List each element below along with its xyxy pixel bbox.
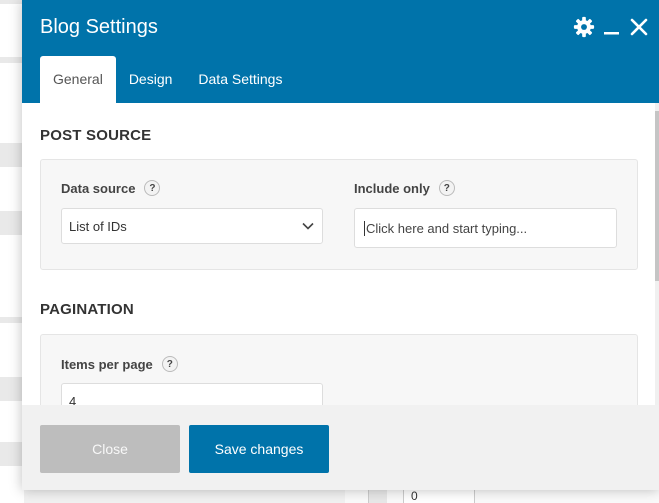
items-per-page-value: 4 [69, 393, 77, 406]
modal-title: Blog Settings [40, 16, 158, 38]
help-icon[interactable]: ? [161, 356, 178, 372]
items-per-page-input[interactable]: 4 [61, 383, 323, 405]
tab-design[interactable]: Design [116, 56, 186, 103]
minimize-icon[interactable] [598, 14, 624, 40]
items-per-page-label-text: Items per page [61, 356, 153, 372]
pagination-title: PAGINATION [40, 301, 134, 318]
close-button[interactable]: Close [40, 425, 180, 473]
include-only-input[interactable]: Click here and start typing... [354, 208, 617, 248]
background-stripe [0, 317, 24, 323]
text-caret [364, 220, 365, 236]
items-per-page-label: Items per page ? [61, 356, 178, 372]
data-source-label-text: Data source [61, 180, 136, 196]
close-icon[interactable] [626, 14, 652, 40]
gear-icon[interactable] [571, 14, 597, 40]
chevron-down-icon [302, 219, 314, 234]
help-icon[interactable]: ? [438, 180, 455, 196]
modal-footer: Close Save changes [22, 405, 659, 490]
background-bottom-panel [345, 490, 659, 503]
pagination-section: Items per page ? 4 [40, 334, 638, 405]
help-icon[interactable]: ? [144, 180, 161, 196]
background-table-cell [368, 490, 387, 503]
background-stripe [0, 211, 24, 235]
include-only-placeholder: Click here and start typing... [366, 220, 528, 236]
post-source-section: Data source ? List of IDs Include only ?… [40, 159, 638, 270]
modal-header: Blog Settings General Design Data Settin… [22, 0, 659, 103]
background-page-left [0, 0, 24, 503]
background-stripe [0, 143, 24, 167]
background-stripe [0, 0, 24, 4]
background-stripe [0, 442, 24, 466]
blog-settings-modal: Blog Settings General Design Data Settin… [22, 0, 659, 490]
tab-general[interactable]: General [40, 56, 116, 103]
background-cell-value: 0 [411, 489, 418, 503]
background-stripe [0, 57, 24, 63]
include-only-label-text: Include only [354, 180, 430, 196]
scrollbar-thumb[interactable] [655, 111, 659, 281]
data-source-label: Data source ? [61, 180, 161, 196]
scrollbar[interactable] [655, 103, 659, 405]
post-source-title: POST SOURCE [40, 127, 152, 144]
save-changes-button[interactable]: Save changes [189, 425, 329, 473]
modal-body: POST SOURCE Data source ? List of IDs In… [22, 103, 659, 405]
data-source-value: List of IDs [69, 218, 127, 234]
modal-tabs: General Design Data Settings [40, 56, 295, 103]
tab-data-settings[interactable]: Data Settings [185, 56, 295, 103]
include-only-label: Include only ? [354, 180, 455, 196]
background-stripe [0, 377, 24, 401]
data-source-select[interactable]: List of IDs [61, 208, 323, 244]
